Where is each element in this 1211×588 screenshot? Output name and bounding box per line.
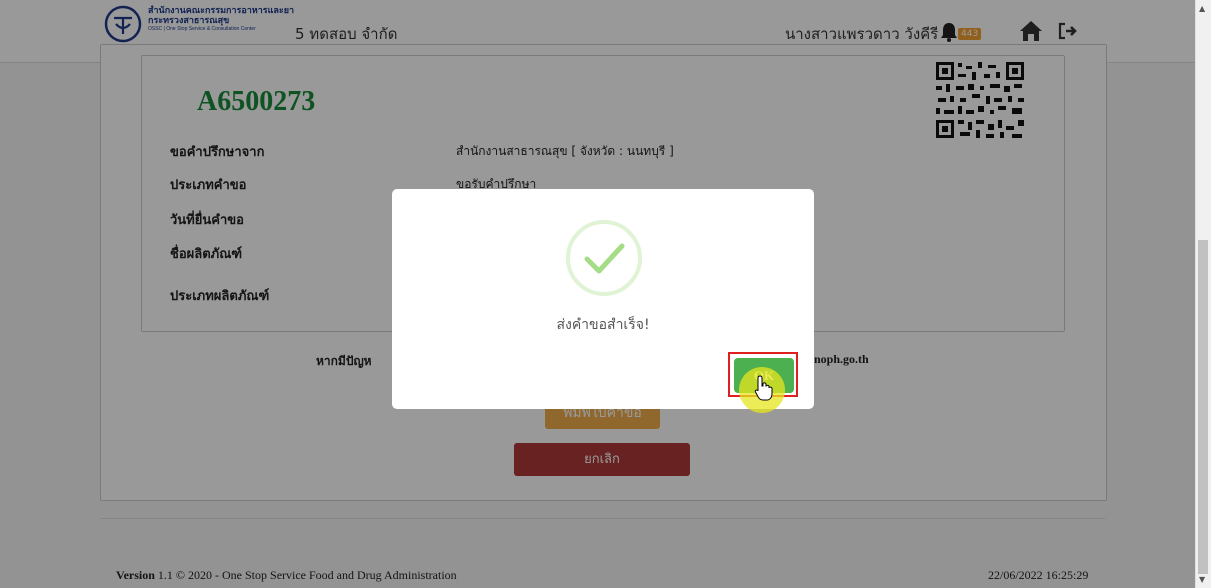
success-check-icon bbox=[566, 220, 642, 296]
dialog-message: ส่งคำขอสำเร็จ! bbox=[556, 317, 650, 333]
scrollbar-thumb[interactable] bbox=[1198, 240, 1208, 574]
checkmark-icon bbox=[584, 243, 625, 274]
scroll-up-arrow-icon[interactable]: ▲ bbox=[1199, 4, 1205, 13]
hand-cursor-icon bbox=[754, 375, 773, 401]
scroll-down-arrow-icon[interactable]: ▼ bbox=[1199, 575, 1205, 584]
